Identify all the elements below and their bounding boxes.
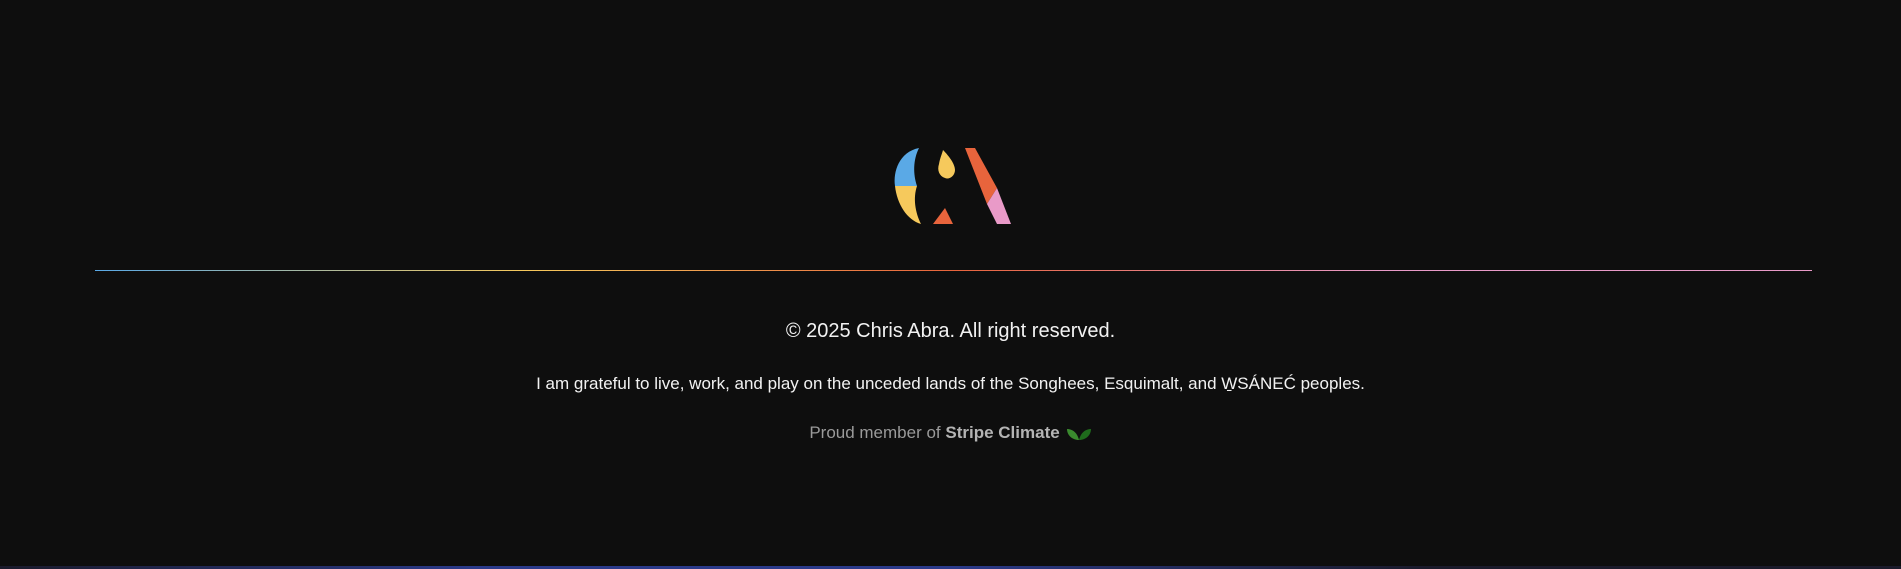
chris-abra-monogram-icon[interactable]: [893, 146, 1013, 226]
leaf-icon: [1066, 429, 1091, 440]
member-prefix: Proud member of: [809, 423, 946, 442]
divider-segment: [524, 270, 954, 271]
copyright-text: © 2025 Chris Abra. All right reserved.: [785, 320, 1116, 342]
footer-divider: [95, 270, 1812, 271]
divider-segment: [95, 270, 525, 271]
stripe-climate-membership: Proud member of Stripe Climate: [0, 423, 1901, 443]
footer-section: © 2025 Chris Abra. All right reserved. I…: [0, 0, 1901, 569]
stripe-climate-link[interactable]: Stripe Climate: [945, 423, 1059, 442]
land-acknowledgement-text: I am grateful to live, work, and play on…: [536, 374, 1365, 393]
divider-segment: [953, 270, 1383, 271]
divider-segment: [1382, 270, 1812, 271]
